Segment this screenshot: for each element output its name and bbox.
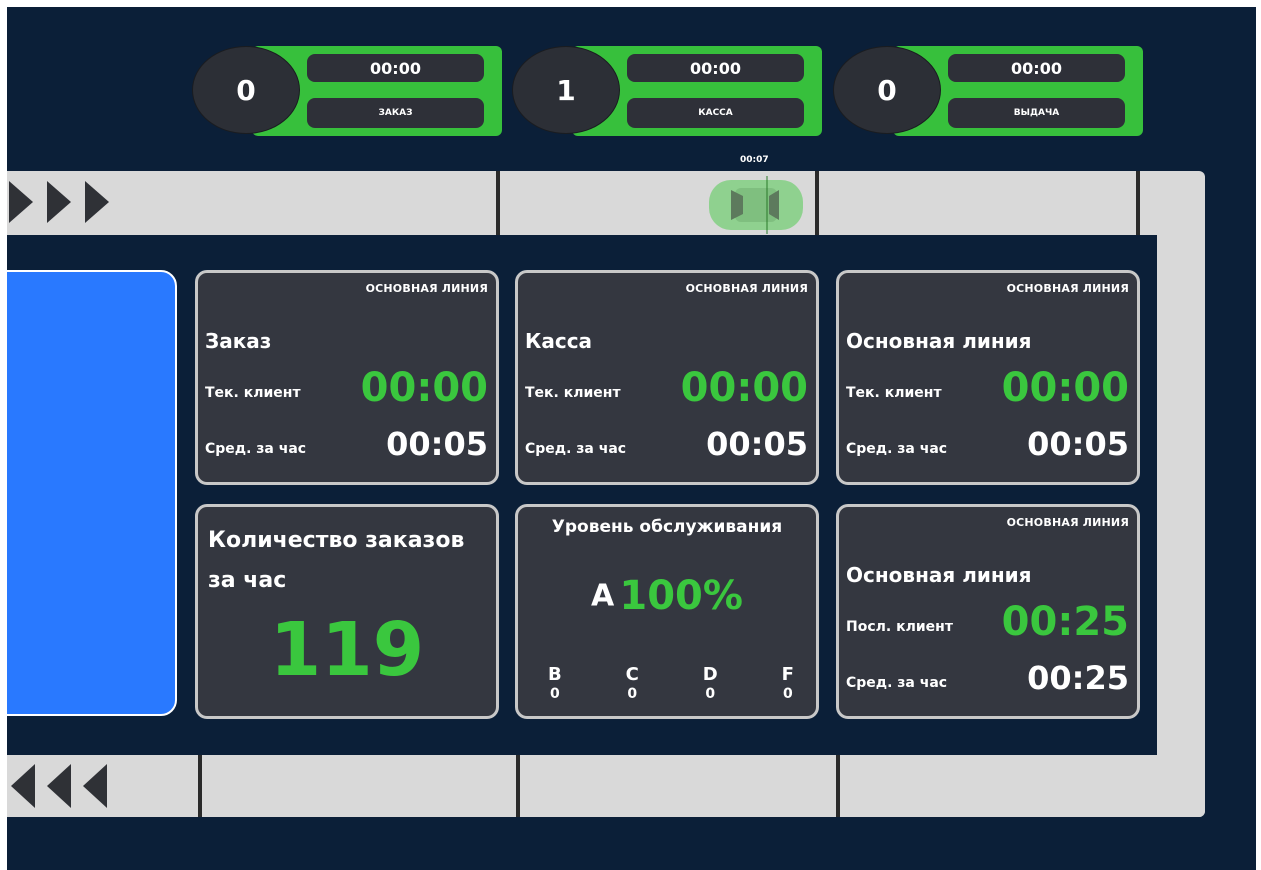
stats-panel: ОСНОВНАЯ ЛИНИЯ Заказ Тек. клиент 00:00 С… (7, 235, 1157, 755)
counter-pickup-label: ВЫДАЧА (948, 98, 1125, 128)
last-client-label: Посл. клиент (846, 619, 953, 635)
card-title: Основная линия (846, 563, 1032, 587)
grade-c: C 0 (626, 665, 639, 703)
arrow-right-icon (9, 181, 33, 223)
counter-cash: 1 00:00 КАССА (512, 46, 822, 136)
avg-hour-time: 00:05 (1027, 425, 1129, 463)
counter-order-count: 0 (192, 46, 300, 134)
orders-per-hour-value: 119 (269, 607, 425, 693)
counter-pickup-count: 0 (833, 46, 941, 134)
card-title: Заказ (205, 329, 272, 353)
card-last-client: ОСНОВНАЯ ЛИНИЯ Основная линия Посл. клие… (836, 504, 1140, 719)
grade-letter: F (781, 664, 794, 685)
card-title: Основная линия (846, 329, 1032, 353)
counter-cash-time: 00:00 (627, 54, 804, 82)
card-main-line: ОСНОВНАЯ ЛИНИЯ Основная линия Тек. клиен… (836, 270, 1140, 485)
car-timer: 00:07 (740, 155, 769, 165)
counter-order-label: ЗАКАЗ (307, 98, 484, 128)
lane-divider (836, 755, 840, 817)
lane-divider (815, 171, 819, 235)
service-level-grade: A (591, 578, 615, 614)
current-client-label: Тек. клиент (846, 385, 942, 401)
counter-cash-count: 1 (512, 46, 620, 134)
counter-cash-label: КАССА (627, 98, 804, 128)
service-level-title: Уровень обслуживания (551, 517, 783, 537)
counter-order-time: 00:00 (307, 54, 484, 82)
avg-hour-label: Сред. за час (846, 675, 948, 691)
avg-hour-time: 00:25 (1027, 659, 1129, 697)
grade-count: 0 (705, 686, 716, 702)
drive-thru-dashboard: 0 00:00 ЗАКАЗ 1 00:00 КАССА 0 00:00 ВЫДА… (7, 7, 1256, 870)
current-client-time: 00:00 (360, 365, 488, 411)
current-client-label: Тек. клиент (205, 385, 301, 401)
counter-order: 0 00:00 ЗАКАЗ (192, 46, 502, 136)
lane-divider (516, 755, 520, 817)
grade-b: B 0 (548, 665, 562, 703)
grade-count: 0 (549, 686, 560, 702)
arrow-left-icon (11, 764, 35, 808)
arrow-left-icon (83, 764, 107, 808)
lane-area[interactable] (7, 270, 177, 716)
grade-letter: B (548, 664, 562, 685)
card-service-level: Уровень обслуживания A 100% B 0 C 0 D 0 (515, 504, 819, 719)
avg-hour-label: Сред. за час (525, 441, 627, 457)
card-tag: ОСНОВНАЯ ЛИНИЯ (685, 282, 808, 295)
avg-hour-time: 00:05 (386, 425, 488, 463)
last-client-time: 00:25 (1001, 599, 1129, 645)
service-level-main: A 100% (518, 573, 816, 619)
current-client-time: 00:00 (680, 365, 808, 411)
counter-pickup: 0 00:00 ВЫДАЧА (833, 46, 1143, 136)
grade-count: 0 (782, 686, 793, 702)
card-tag: ОСНОВНАЯ ЛИНИЯ (1006, 516, 1129, 529)
grade-f: F 0 (782, 665, 794, 703)
card-orders-per-hour: Количество заказов за час 119 (195, 504, 499, 719)
card-tag: ОСНОВНАЯ ЛИНИЯ (1006, 282, 1129, 295)
arrow-left-icon (47, 764, 71, 808)
service-grades: B 0 C 0 D 0 F 0 (548, 665, 794, 703)
current-client-time: 00:00 (1001, 365, 1129, 411)
current-client-label: Тек. клиент (525, 385, 621, 401)
grade-letter: C (625, 664, 639, 685)
card-title: Касса (525, 329, 593, 353)
counter-pickup-time: 00:00 (948, 54, 1125, 82)
lane-divider (198, 755, 202, 817)
car-icon[interactable] (707, 176, 805, 234)
avg-hour-label: Сред. за час (205, 441, 307, 457)
card-cash: ОСНОВНАЯ ЛИНИЯ Касса Тек. клиент 00:00 С… (515, 270, 819, 485)
orders-per-hour-title: Количество заказов за час (208, 528, 465, 593)
card-order: ОСНОВНАЯ ЛИНИЯ Заказ Тек. клиент 00:00 С… (195, 270, 499, 485)
arrow-right-icon (85, 181, 109, 223)
bottom-road (7, 755, 1205, 817)
grade-letter: D (702, 664, 718, 685)
avg-hour-time: 00:05 (706, 425, 808, 463)
service-level-percent: 100% (619, 573, 743, 619)
grade-d: D 0 (703, 665, 718, 703)
lane-divider (1136, 171, 1140, 235)
card-tag: ОСНОВНАЯ ЛИНИЯ (365, 282, 488, 295)
top-road (7, 171, 1197, 235)
arrow-right-icon (47, 181, 71, 223)
avg-hour-label: Сред. за час (846, 441, 948, 457)
grade-count: 0 (627, 686, 638, 702)
lane-divider (496, 171, 500, 235)
